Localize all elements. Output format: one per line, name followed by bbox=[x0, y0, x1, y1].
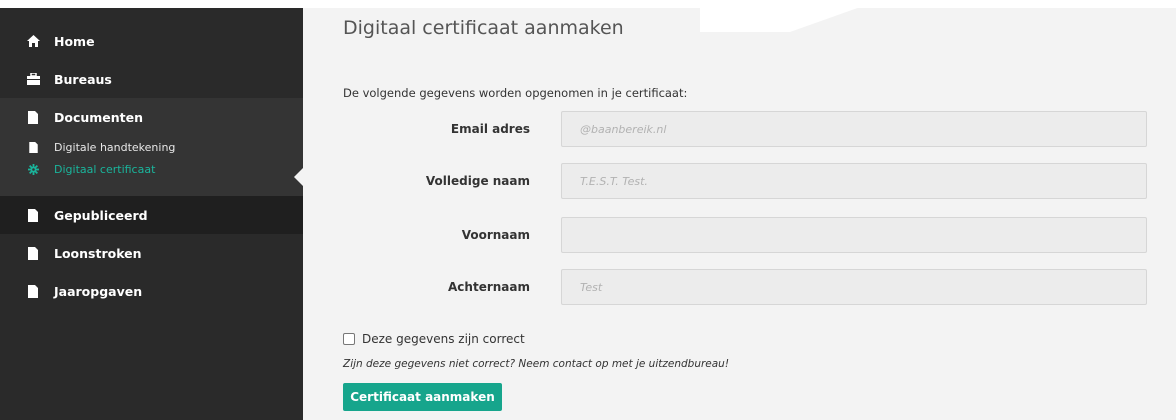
form-row-full-name: Volledige naam T.E.S.T. Test. bbox=[343, 163, 1176, 199]
field-label: Achternaam bbox=[448, 280, 530, 294]
document-icon bbox=[26, 284, 40, 298]
intro-text: De volgende gegevens worden opgenomen in… bbox=[343, 86, 688, 100]
document-icon bbox=[26, 141, 40, 153]
sidebar-subitem-digitale-handtekening[interactable]: Digitale handtekening bbox=[0, 136, 303, 158]
main-content: Digitaal certificaat aanmaken De volgend… bbox=[303, 0, 1176, 420]
notice-text: Zijn deze gegevens niet correct? Neem co… bbox=[343, 358, 730, 370]
sidebar-item-documenten[interactable]: Documenten bbox=[0, 98, 303, 136]
sidebar-item-jaaropgaven[interactable]: Jaaropgaven bbox=[0, 272, 303, 310]
document-icon bbox=[26, 246, 40, 260]
sidebar-item-label: Jaaropgaven bbox=[54, 283, 143, 299]
document-icon bbox=[26, 110, 40, 124]
active-indicator bbox=[294, 168, 303, 186]
sidebar-item-label: Gepubliceerd bbox=[54, 207, 148, 223]
email-field[interactable]: @baanbereik.nl bbox=[561, 111, 1147, 147]
document-icon bbox=[26, 208, 40, 222]
sidebar-item-label: Documenten bbox=[54, 109, 144, 125]
field-label: Volledige naam bbox=[425, 174, 530, 188]
sidebar-item-label: Home bbox=[54, 33, 95, 49]
form-row-first-name: Voornaam bbox=[343, 217, 1176, 253]
confirm-label[interactable]: Deze gegevens zijn correct bbox=[362, 332, 525, 346]
gear-icon bbox=[26, 163, 40, 175]
full-name-field[interactable]: T.E.S.T. Test. bbox=[561, 163, 1147, 199]
confirm-row: Deze gegevens zijn correct bbox=[343, 332, 525, 346]
sidebar-subitem-label: Digitale handtekening bbox=[54, 140, 176, 154]
sidebar-item-label: Bureaus bbox=[54, 71, 112, 87]
briefcase-icon bbox=[26, 72, 40, 86]
sidebar-subitem-digitaal-certificaat[interactable]: Digitaal certificaat bbox=[0, 158, 303, 180]
sidebar-item-label: Loonstroken bbox=[54, 245, 142, 261]
field-label: Email adres bbox=[450, 122, 530, 136]
last-name-field[interactable]: Test bbox=[561, 269, 1147, 305]
field-label: Voornaam bbox=[461, 228, 530, 242]
form-row-last-name: Achternaam Test bbox=[343, 269, 1176, 305]
page-title: Digitaal certificaat aanmaken bbox=[343, 17, 624, 39]
sidebar-item-loonstroken[interactable]: Loonstroken bbox=[0, 234, 303, 272]
sidebar-item-bureaus[interactable]: Bureaus bbox=[0, 60, 303, 98]
sidebar: Home Bureaus Documenten Digitale handtek… bbox=[0, 8, 303, 420]
sidebar-subitem-label: Digitaal certificaat bbox=[54, 162, 156, 176]
form-row-email: Email adres @baanbereik.nl bbox=[343, 111, 1176, 147]
home-icon bbox=[26, 34, 40, 48]
sidebar-item-gepubliceerd[interactable]: Gepubliceerd bbox=[0, 196, 303, 234]
sidebar-item-home[interactable]: Home bbox=[0, 22, 303, 60]
confirm-checkbox[interactable] bbox=[343, 333, 355, 345]
create-certificate-button[interactable]: Certificaat aanmaken bbox=[343, 383, 502, 411]
sidebar-group-documenten: Documenten Digitale handtekening Digitaa… bbox=[0, 98, 303, 196]
first-name-field[interactable] bbox=[561, 217, 1147, 253]
